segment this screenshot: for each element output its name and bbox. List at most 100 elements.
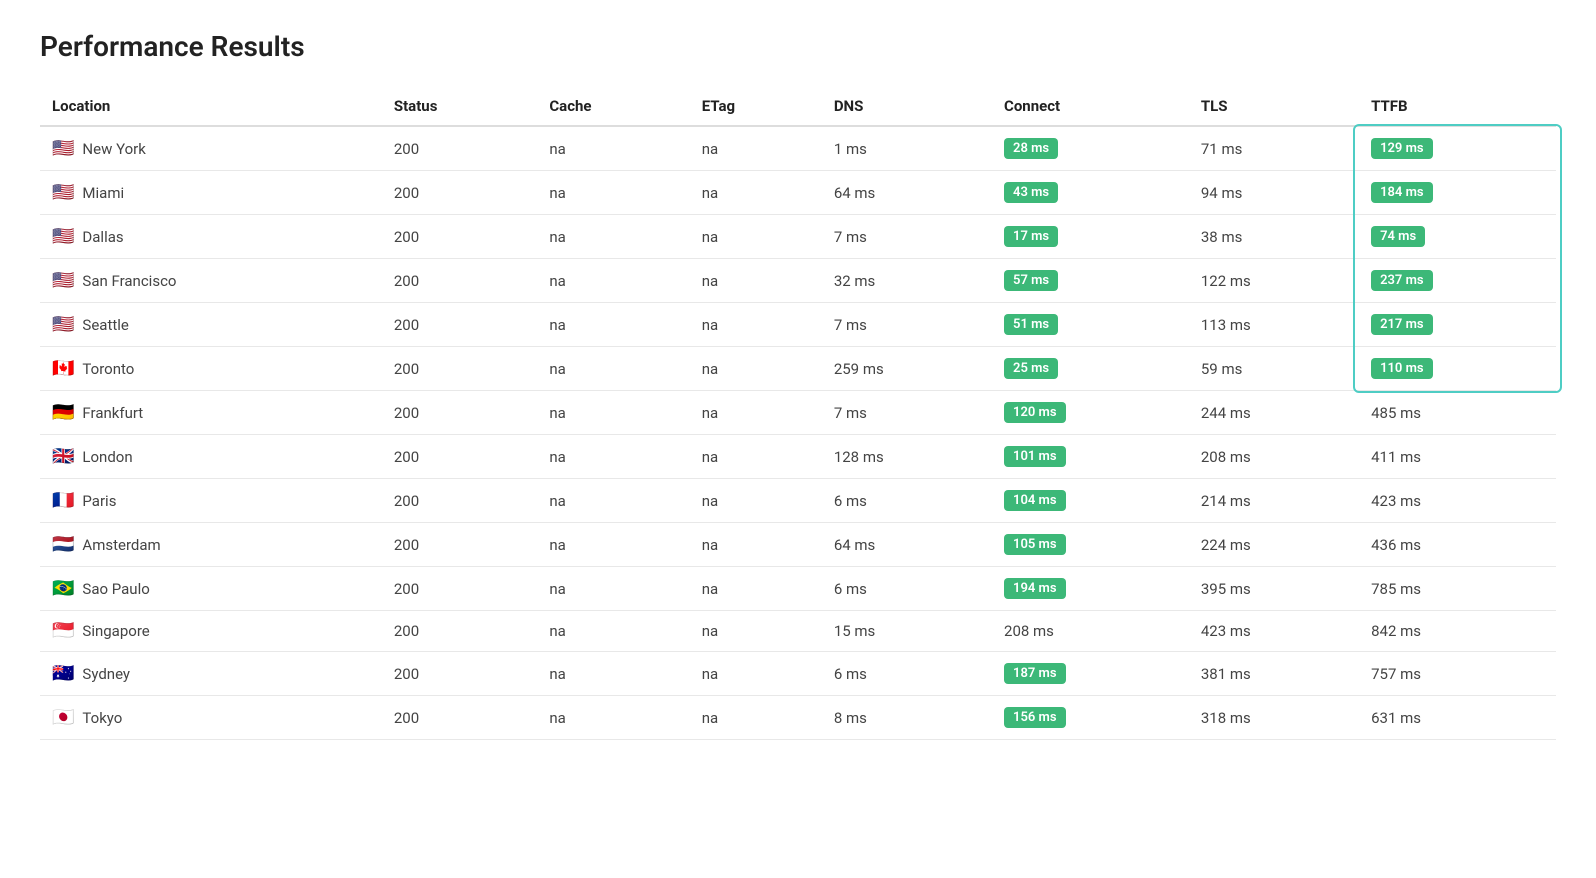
tls-cell: 318 ms — [1189, 696, 1359, 740]
cache-cell: na — [537, 215, 689, 259]
col-header-status: Status — [382, 87, 537, 126]
location-name: Dallas — [82, 228, 123, 246]
location-name: Amsterdam — [82, 536, 160, 554]
connect-cell: 43 ms — [992, 171, 1189, 215]
table-row: 🇯🇵Tokyo200nana8 ms156 ms318 ms631 ms — [40, 696, 1556, 740]
location-cell: 🇺🇸Miami — [40, 171, 382, 215]
dns-cell: 128 ms — [822, 435, 992, 479]
table-row: 🇺🇸Seattle200nana7 ms51 ms113 ms217 ms — [40, 303, 1556, 347]
table-row: 🇺🇸New York200nana1 ms28 ms71 ms129 ms — [40, 126, 1556, 171]
location-cell: 🇳🇱 Amsterdam — [40, 523, 382, 567]
dns-cell: 6 ms — [822, 652, 992, 696]
ttfb-badge: 74 ms — [1371, 226, 1425, 247]
tls-cell: 38 ms — [1189, 215, 1359, 259]
connect-badge: 51 ms — [1004, 314, 1058, 335]
connect-cell: 187 ms — [992, 652, 1189, 696]
location-name: London — [82, 448, 132, 466]
dns-cell: 64 ms — [822, 523, 992, 567]
tls-cell: 423 ms — [1189, 611, 1359, 652]
dns-cell: 8 ms — [822, 696, 992, 740]
location-cell: 🇺🇸 Seattle — [40, 303, 382, 347]
etag-cell: na — [690, 259, 822, 303]
dns-cell: 6 ms — [822, 479, 992, 523]
etag-cell: na — [690, 567, 822, 611]
etag-cell: na — [690, 126, 822, 171]
connect-cell: 194 ms — [992, 567, 1189, 611]
ttfb-cell: 423 ms — [1359, 479, 1556, 523]
ttfb-cell: 74 ms — [1359, 215, 1556, 259]
connect-badge: 105 ms — [1004, 534, 1066, 555]
etag-cell: na — [690, 479, 822, 523]
cache-cell: na — [537, 435, 689, 479]
dns-cell: 15 ms — [822, 611, 992, 652]
table-row: 🇺🇸Miami200nana64 ms43 ms94 ms184 ms — [40, 171, 1556, 215]
tls-cell: 244 ms — [1189, 391, 1359, 435]
cache-cell: na — [537, 652, 689, 696]
cache-cell: na — [537, 523, 689, 567]
location-name: Frankfurt — [82, 404, 143, 422]
connect-badge: 104 ms — [1004, 490, 1066, 511]
status-cell: 200 — [382, 215, 537, 259]
location-cell: 🇩🇪Frankfurt — [40, 391, 382, 435]
ttfb-badge: 110 ms — [1371, 358, 1433, 379]
cache-cell: na — [537, 259, 689, 303]
status-cell: 200 — [382, 696, 537, 740]
tls-cell: 214 ms — [1189, 479, 1359, 523]
ttfb-cell: 436 ms — [1359, 523, 1556, 567]
location-cell: 🇨🇦Toronto — [40, 347, 382, 391]
location-cell: 🇺🇸Dallas — [40, 215, 382, 259]
location-cell: 🇺🇸San Francisco — [40, 259, 382, 303]
connect-badge: 156 ms — [1004, 707, 1066, 728]
location-name: Tokyo — [82, 709, 122, 727]
col-header-connect: Connect — [992, 87, 1189, 126]
table-row: 🇸🇬Singapore200nana15 ms208 ms423 ms842 m… — [40, 611, 1556, 652]
ttfb-badge: 129 ms — [1371, 138, 1433, 159]
status-cell: 200 — [382, 567, 537, 611]
connect-cell: 25 ms — [992, 347, 1189, 391]
status-cell: 200 — [382, 435, 537, 479]
flag-icon: 🇳🇱 — [52, 536, 74, 554]
ttfb-cell: 785 ms — [1359, 567, 1556, 611]
etag-cell: na — [690, 435, 822, 479]
connect-cell: 104 ms — [992, 479, 1189, 523]
col-header-location: Location — [40, 87, 382, 126]
status-cell: 200 — [382, 126, 537, 171]
ttfb-cell: 217 ms — [1359, 303, 1556, 347]
connect-badge: 57 ms — [1004, 270, 1058, 291]
location-name: Seattle — [82, 316, 128, 334]
ttfb-cell: 757 ms — [1359, 652, 1556, 696]
location-name: San Francisco — [82, 272, 176, 290]
etag-cell: na — [690, 347, 822, 391]
ttfb-cell: 110 ms — [1359, 347, 1556, 391]
connect-cell: 120 ms — [992, 391, 1189, 435]
tls-cell: 59 ms — [1189, 347, 1359, 391]
col-header-cache: Cache — [537, 87, 689, 126]
cache-cell: na — [537, 126, 689, 171]
etag-cell: na — [690, 652, 822, 696]
flag-icon: 🇺🇸 — [52, 184, 74, 202]
table-row: 🇬🇧London200nana128 ms101 ms208 ms411 ms — [40, 435, 1556, 479]
dns-cell: 1 ms — [822, 126, 992, 171]
cache-cell: na — [537, 171, 689, 215]
flag-icon: 🇨🇦 — [52, 360, 74, 378]
status-cell: 200 — [382, 523, 537, 567]
connect-cell: 208 ms — [992, 611, 1189, 652]
etag-cell: na — [690, 611, 822, 652]
tls-cell: 122 ms — [1189, 259, 1359, 303]
flag-icon: 🇦🇺 — [52, 665, 74, 683]
ttfb-cell: 184 ms — [1359, 171, 1556, 215]
table-row: 🇺🇸San Francisco200nana32 ms57 ms122 ms23… — [40, 259, 1556, 303]
dns-cell: 64 ms — [822, 171, 992, 215]
ttfb-cell: 631 ms — [1359, 696, 1556, 740]
location-name: New York — [82, 140, 145, 158]
connect-cell: 17 ms — [992, 215, 1189, 259]
location-cell: 🇧🇷Sao Paulo — [40, 567, 382, 611]
connect-badge: 101 ms — [1004, 446, 1066, 467]
connect-badge: 25 ms — [1004, 358, 1058, 379]
flag-icon: 🇺🇸 — [52, 316, 74, 334]
flag-icon: 🇺🇸 — [52, 140, 74, 158]
etag-cell: na — [690, 171, 822, 215]
dns-cell: 6 ms — [822, 567, 992, 611]
connect-badge: 194 ms — [1004, 578, 1066, 599]
etag-cell: na — [690, 303, 822, 347]
